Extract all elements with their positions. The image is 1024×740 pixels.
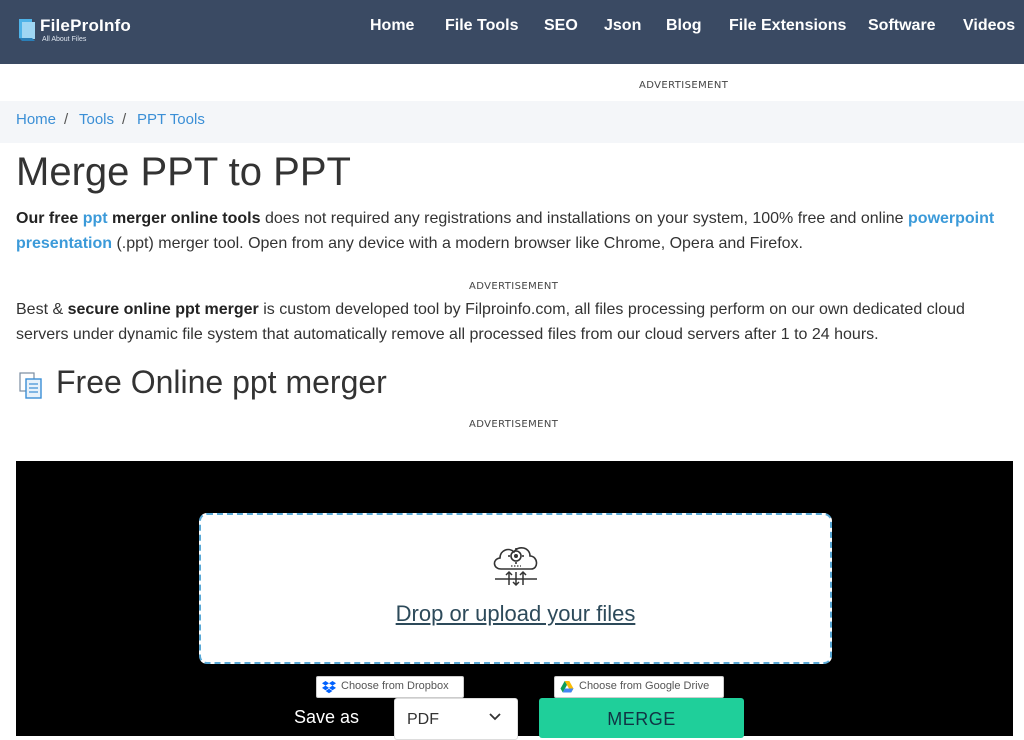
nav-software[interactable]: Software <box>868 17 936 35</box>
ppt-link[interactable]: ppt <box>83 210 108 227</box>
breadcrumb-home[interactable]: Home <box>16 111 56 128</box>
book-logo-icon <box>19 19 35 41</box>
format-select[interactable]: PDF <box>394 698 518 740</box>
advertisement-label-tool: ADVERTISEMENT <box>469 419 559 430</box>
breadcrumb-tools[interactable]: Tools <box>79 111 114 128</box>
nav-file-extensions[interactable]: File Extensions <box>729 17 846 35</box>
advertisement-label-middle: ADVERTISEMENT <box>469 281 559 292</box>
google-drive-label: Choose from Google Drive <box>579 680 710 692</box>
breadcrumb: Home / Tools / PPT Tools <box>0 101 1024 143</box>
intro-paragraph: Our free ppt merger online tools does no… <box>16 206 1012 256</box>
nav-blog[interactable]: Blog <box>666 17 702 35</box>
nav-json[interactable]: Json <box>604 17 641 35</box>
dropbox-label: Choose from Dropbox <box>341 680 449 692</box>
cloud-upload-gear-icon <box>493 547 538 587</box>
intro-text-1: does not required any registrations and … <box>264 210 904 227</box>
file-dropzone[interactable]: Drop or upload your files <box>199 513 832 664</box>
intro-bold-2: merger online tools <box>112 210 261 227</box>
breadcrumb-ppt-tools[interactable]: PPT Tools <box>137 111 205 128</box>
nav-home[interactable]: Home <box>370 17 414 35</box>
choose-from-dropbox-button[interactable]: Choose from Dropbox <box>316 676 464 698</box>
save-as-label: Save as <box>294 707 360 727</box>
google-drive-icon <box>560 681 574 693</box>
intro-text-2: (.ppt) merger tool. Open from any device… <box>116 235 803 252</box>
chevron-down-icon <box>489 713 501 721</box>
breadcrumb-separator: / <box>64 111 69 128</box>
nav-file-tools[interactable]: File Tools <box>445 17 518 35</box>
page-title: Merge PPT to PPT <box>16 150 351 194</box>
section-title: Free Online ppt merger <box>56 364 387 400</box>
secure-bold: secure online ppt merger <box>67 301 259 318</box>
site-logo[interactable]: FileProInfo All About Files <box>18 14 158 50</box>
merger-tool-panel: Drop or upload your files Choose from Dr… <box>16 461 1013 740</box>
secure-text-1: Best & <box>16 301 64 318</box>
breadcrumb-separator: / <box>122 111 127 128</box>
logo-subtitle: All About Files <box>42 36 87 43</box>
merge-button[interactable]: MERGE <box>539 698 744 738</box>
advertisement-label-top: ADVERTISEMENT <box>639 80 729 91</box>
format-select-value: PDF <box>407 711 439 728</box>
drop-upload-text[interactable]: Drop or upload your files <box>201 601 830 627</box>
dropbox-icon <box>322 681 336 694</box>
choose-from-google-drive-button[interactable]: Choose from Google Drive <box>554 676 724 698</box>
secure-paragraph: Best & secure online ppt merger is custo… <box>16 297 1012 347</box>
logo-title: FileProInfo <box>40 16 131 35</box>
nav-seo[interactable]: SEO <box>544 17 578 35</box>
top-navbar: FileProInfo All About Files Home File To… <box>0 0 1024 64</box>
document-icon <box>19 372 42 399</box>
nav-videos[interactable]: Videos <box>963 17 1015 35</box>
intro-bold-1: Our free <box>16 210 79 227</box>
